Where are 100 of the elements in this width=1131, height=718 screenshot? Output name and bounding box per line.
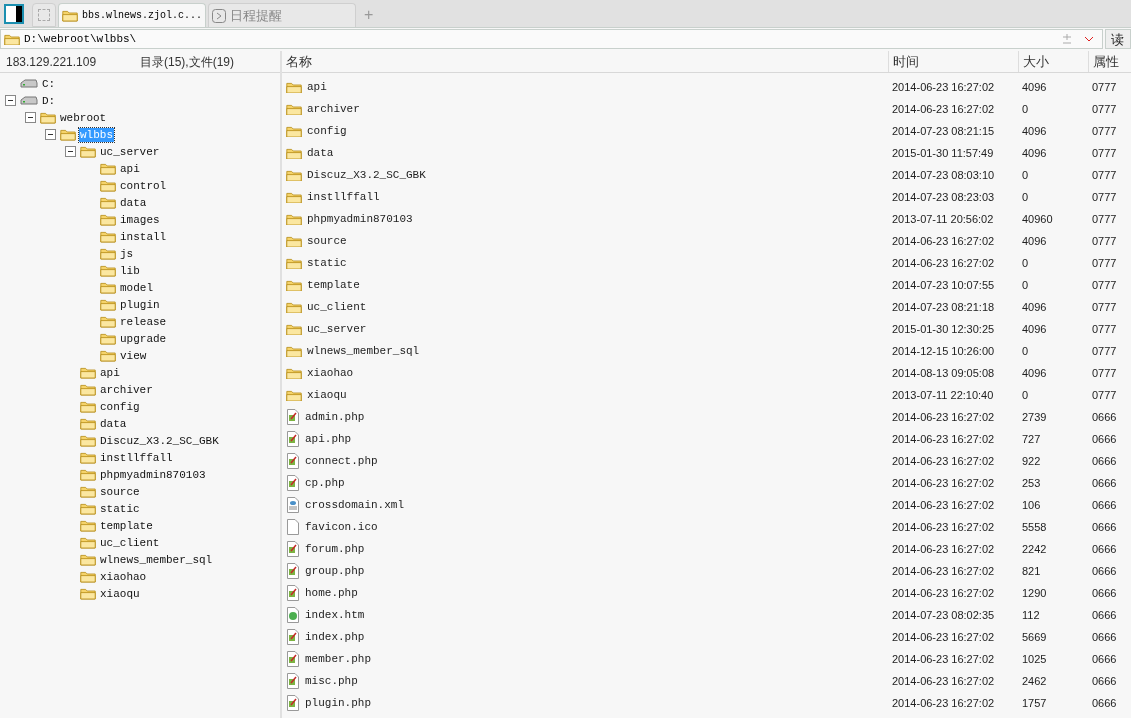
file-row[interactable]: Discuz_X3.2_SC_GBK 2014-07-23 08:03:10 0 0777: [282, 164, 1131, 186]
file-size: 4096: [1021, 365, 1048, 381]
file-row[interactable]: api 2014-06-23 16:27:02 4096 0777: [282, 76, 1131, 98]
script-file-icon: [286, 651, 300, 667]
tree-item[interactable]: images: [119, 212, 161, 227]
file-name: group.php: [305, 563, 365, 579]
address-field[interactable]: D:\webroot\wlbbs\: [0, 29, 1103, 49]
column-header[interactable]: 属性: [1088, 51, 1131, 72]
tree-item[interactable]: phpmyadmin870103: [99, 467, 207, 482]
script-file-icon: [286, 695, 300, 711]
script-file-icon: [286, 453, 300, 469]
tree-item[interactable]: model: [119, 280, 154, 295]
tree-item[interactable]: C:: [41, 76, 57, 91]
file-row[interactable]: admin.php 2014-06-23 16:27:02 2739 0666: [282, 406, 1131, 428]
file-row[interactable]: uc_client 2014-07-23 08:21:18 4096 0777: [282, 296, 1131, 318]
folder-icon: [100, 247, 116, 260]
file-size: 4096: [1021, 299, 1048, 315]
tree-item[interactable]: uc_server: [99, 144, 161, 159]
file-row[interactable]: plugin.php 2014-06-23 16:27:02 1757 0666: [282, 692, 1131, 714]
file-name: source: [307, 233, 347, 249]
file-row[interactable]: crossdomain.xml 2014-06-23 16:27:02 106 0666: [282, 494, 1131, 516]
file-size: 1757: [1021, 695, 1048, 711]
file-row[interactable]: archiver 2014-06-23 16:27:02 0 0777: [282, 98, 1131, 120]
tree-item[interactable]: Discuz_X3.2_SC_GBK: [99, 433, 220, 448]
file-row[interactable]: uc_server 2015-01-30 12:30:25 4096 0777: [282, 318, 1131, 340]
folder-icon: [100, 264, 116, 277]
tree-item[interactable]: plugin: [119, 297, 161, 312]
file-row[interactable]: favicon.ico 2014-06-23 16:27:02 5558 0666: [282, 516, 1131, 538]
tree-item[interactable]: config: [99, 399, 141, 414]
file-row[interactable]: config 2014-07-23 08:21:15 4096 0777: [282, 120, 1131, 142]
file-row[interactable]: forum.php 2014-06-23 16:27:02 2242 0666: [282, 538, 1131, 560]
tab[interactable]: bbs.wlnews.zjol.c...: [58, 3, 206, 27]
file-row[interactable]: xiaohao 2014-08-13 09:05:08 4096 0777: [282, 362, 1131, 384]
column-header[interactable]: 大小: [1018, 51, 1088, 72]
modified-time: 2014-06-23 16:27:02: [891, 519, 996, 535]
file-name: config: [307, 123, 347, 139]
file-name: static: [307, 255, 347, 271]
tree-item[interactable]: xiaohao: [99, 569, 148, 584]
tree-item[interactable]: api: [99, 365, 121, 380]
tree-item[interactable]: template: [99, 518, 154, 533]
modified-time: 2014-06-23 16:27:02: [891, 651, 996, 667]
tree-item[interactable]: webroot: [59, 110, 108, 125]
file-row[interactable]: group.php 2014-06-23 16:27:02 821 0666: [282, 560, 1131, 582]
file-size: 727: [1021, 431, 1042, 447]
read-button[interactable]: 读: [1105, 29, 1131, 49]
panel-toggle-icon[interactable]: [4, 4, 24, 24]
file-name: home.php: [305, 585, 358, 601]
file-row[interactable]: home.php 2014-06-23 16:27:02 1290 0666: [282, 582, 1131, 604]
file-row[interactable]: index.htm 2014-07-23 08:02:35 112 0666: [282, 604, 1131, 626]
column-header[interactable]: 时间: [888, 51, 1018, 72]
dropdown-caret-icon[interactable]: [1084, 36, 1094, 42]
tree-item[interactable]: D:: [41, 93, 57, 108]
tree-item[interactable]: archiver: [99, 382, 154, 397]
tree-item[interactable]: instllffall: [99, 450, 174, 465]
collapse-icon[interactable]: [5, 95, 16, 106]
tree-item[interactable]: install: [119, 229, 168, 244]
file-name: instllffall: [307, 189, 380, 205]
file-row[interactable]: wlnews_member_sql 2014-12-15 10:26:00 0 0777: [282, 340, 1131, 362]
file-row[interactable]: source 2014-06-23 16:27:02 4096 0777: [282, 230, 1131, 252]
tree-item[interactable]: lib: [119, 263, 141, 278]
tree-item[interactable]: source: [99, 484, 141, 499]
column-header[interactable]: 名称: [282, 51, 888, 72]
file-row[interactable]: template 2014-07-23 10:07:55 0 0777: [282, 274, 1131, 296]
tree-item[interactable]: data: [99, 416, 128, 431]
tree-item[interactable]: upgrade: [119, 331, 168, 346]
file-permissions: 0777: [1091, 79, 1117, 95]
tree-item[interactable]: api: [119, 161, 141, 176]
file-row[interactable]: cp.php 2014-06-23 16:27:02 253 0666: [282, 472, 1131, 494]
file-name: wlnews_member_sql: [307, 343, 420, 359]
file-row[interactable]: api.php 2014-06-23 16:27:02 727 0666: [282, 428, 1131, 450]
script-file-icon: [286, 629, 300, 645]
tree-item[interactable]: control: [119, 178, 168, 193]
file-name: uc_client: [307, 299, 367, 315]
collapse-icon[interactable]: [65, 146, 76, 157]
file-row[interactable]: static 2014-06-23 16:27:02 0 0777: [282, 252, 1131, 274]
file-row[interactable]: data 2015-01-30 11:57:49 4096 0777: [282, 142, 1131, 164]
tree-item[interactable]: data: [119, 195, 148, 210]
folder-icon: [80, 383, 96, 396]
folder-icon: [100, 349, 116, 362]
tree-item[interactable]: static: [99, 501, 141, 516]
collapse-icon[interactable]: [45, 129, 56, 140]
file-row[interactable]: member.php 2014-06-23 16:27:02 1025 0666: [282, 648, 1131, 670]
file-row[interactable]: index.php 2014-06-23 16:27:02 5669 0666: [282, 626, 1131, 648]
file-name: api: [307, 79, 327, 95]
file-row[interactable]: misc.php 2014-06-23 16:27:02 2462 0666: [282, 670, 1131, 692]
folder-icon: [286, 124, 302, 138]
tree-item[interactable]: view: [119, 348, 148, 363]
folder-icon: [100, 298, 116, 311]
file-row[interactable]: xiaoqu 2013-07-11 22:10:40 0 0777: [282, 384, 1131, 406]
collapse-icon[interactable]: [25, 112, 36, 123]
file-row[interactable]: connect.php 2014-06-23 16:27:02 922 0666: [282, 450, 1131, 472]
tree-item[interactable]: xiaoqu: [99, 586, 141, 601]
tree-item[interactable]: js: [119, 246, 135, 261]
drive-icon: [20, 95, 38, 106]
file-row[interactable]: phpmyadmin870103 2013-07-11 20:56:02 40960 0777: [282, 208, 1131, 230]
tree-item[interactable]: uc_client: [99, 535, 161, 550]
tree-item[interactable]: wlnews_member_sql: [99, 552, 214, 567]
file-permissions: 0777: [1091, 365, 1117, 381]
file-row[interactable]: instllffall 2014-07-23 08:23:03 0 0777: [282, 186, 1131, 208]
tree-item[interactable]: release: [119, 314, 168, 329]
